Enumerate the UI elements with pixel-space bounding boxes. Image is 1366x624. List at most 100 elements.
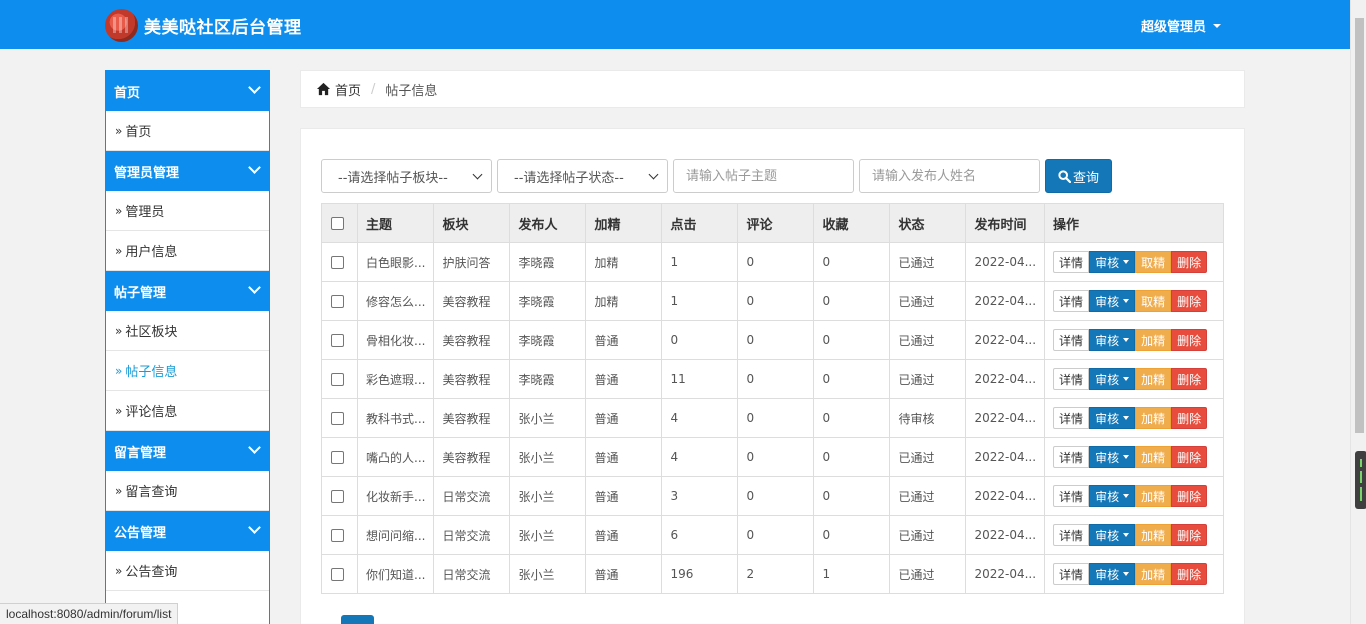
select-all-checkbox[interactable]: [331, 216, 344, 230]
double-chevron-icon: »: [115, 243, 123, 258]
double-chevron-icon: »: [115, 123, 123, 138]
caret-down-icon: [1123, 455, 1130, 459]
feature-toggle-button[interactable]: 取精: [1135, 251, 1172, 273]
pagination-button[interactable]: [341, 615, 374, 624]
feature-toggle-button[interactable]: 取精: [1135, 290, 1172, 312]
delete-button[interactable]: 删除: [1171, 290, 1208, 312]
sidebar-item-sections[interactable]: » 社区板块: [106, 311, 269, 351]
audit-dropdown-button[interactable]: 审核: [1089, 524, 1136, 546]
cell-status: 已通过: [889, 437, 967, 477]
row-checkbox[interactable]: [331, 451, 344, 464]
detail-button[interactable]: 详情: [1053, 368, 1090, 390]
sidebar-group-notices[interactable]: 公告管理: [106, 511, 269, 551]
table-row: 白色眼影... 护肤问答 李晓霞 加精 1 0 0 已通过 2022-04... 详情 审核 取…: [321, 242, 1224, 282]
sidebar-item-posts[interactable]: » 帖子信息: [106, 351, 269, 391]
page-scrollbar[interactable]: [1350, 0, 1366, 624]
row-checkbox[interactable]: [331, 373, 344, 386]
audit-dropdown-button[interactable]: 审核: [1089, 407, 1136, 429]
feature-toggle-button[interactable]: 加精: [1135, 329, 1172, 351]
sidebar-group-posts[interactable]: 帖子管理: [106, 271, 269, 311]
delete-button[interactable]: 删除: [1171, 446, 1208, 468]
cell-topic: 嘴凸的人...: [356, 437, 435, 477]
cell-clicks: 1: [661, 242, 739, 282]
author-search-input[interactable]: [859, 159, 1040, 193]
cell-topic: 修容怎么...: [356, 281, 435, 321]
sidebar-item-comments[interactable]: » 评论信息: [106, 391, 269, 431]
cell-topic: 你们知道...: [356, 554, 435, 594]
audit-dropdown-button[interactable]: 审核: [1089, 446, 1136, 468]
row-checkbox[interactable]: [331, 490, 344, 503]
audit-dropdown-button[interactable]: 审核: [1089, 368, 1136, 390]
chevron-down-icon: [248, 521, 261, 534]
double-chevron-icon: »: [115, 483, 123, 498]
sidebar-item-notice-query[interactable]: » 公告查询: [106, 551, 269, 591]
home-icon: [316, 82, 331, 96]
audit-dropdown-button[interactable]: 审核: [1089, 329, 1136, 351]
delete-button[interactable]: 删除: [1171, 329, 1208, 351]
breadcrumb-home[interactable]: 首页: [335, 80, 361, 99]
double-chevron-icon: »: [115, 363, 123, 378]
detail-button[interactable]: 详情: [1053, 329, 1090, 351]
delete-button[interactable]: 删除: [1171, 251, 1208, 273]
brand[interactable]: 美美哒社区后台管理: [105, 8, 302, 42]
delete-button[interactable]: 删除: [1171, 485, 1208, 507]
sidebar-item-message-query[interactable]: » 留言查询: [106, 471, 269, 511]
sidebar-group-messages[interactable]: 留言管理: [106, 431, 269, 471]
detail-button[interactable]: 详情: [1053, 446, 1090, 468]
feature-toggle-button[interactable]: 加精: [1135, 368, 1172, 390]
delete-button[interactable]: 删除: [1171, 407, 1208, 429]
detail-button[interactable]: 详情: [1053, 485, 1090, 507]
sidebar-group-admin[interactable]: 管理员管理: [106, 151, 269, 191]
delete-button[interactable]: 删除: [1171, 368, 1208, 390]
row-checkbox[interactable]: [331, 295, 344, 308]
cell-clicks: 0: [661, 320, 739, 360]
feature-toggle-button[interactable]: 加精: [1135, 407, 1172, 429]
sidebar-item-label: 公告查询: [125, 565, 178, 580]
delete-button[interactable]: 删除: [1171, 524, 1208, 546]
user-menu[interactable]: 超级管理员: [1141, 16, 1221, 35]
sidebar-item-admins[interactable]: » 管理员: [106, 191, 269, 231]
cell-featured: 加精: [585, 242, 663, 282]
row-checkbox[interactable]: [331, 568, 344, 581]
cell-topic: 彩色遮瑕...: [356, 359, 435, 399]
side-widget[interactable]: [1355, 451, 1366, 509]
audit-dropdown-button[interactable]: 审核: [1089, 563, 1136, 585]
feature-toggle-button[interactable]: 加精: [1135, 485, 1172, 507]
breadcrumb-current: 帖子信息: [385, 83, 438, 99]
topic-search-input[interactable]: [673, 159, 854, 193]
status-select[interactable]: --请选择帖子状态--: [497, 159, 668, 193]
user-name: 超级管理员: [1140, 20, 1206, 35]
cell-status: 已通过: [889, 320, 967, 360]
audit-label: 审核: [1095, 411, 1120, 426]
row-checkbox[interactable]: [331, 529, 344, 542]
cell-actions: 详情 审核 加精 删除: [1044, 515, 1224, 555]
row-checkbox[interactable]: [331, 256, 344, 269]
col-status: 状态: [889, 203, 967, 243]
sidebar-item-users[interactable]: » 用户信息: [106, 231, 269, 271]
query-button[interactable]: 查询: [1045, 159, 1112, 193]
detail-button[interactable]: 详情: [1053, 524, 1090, 546]
feature-toggle-button[interactable]: 加精: [1135, 446, 1172, 468]
scrollbar-thumb[interactable]: [1355, 18, 1364, 433]
delete-button[interactable]: 删除: [1171, 563, 1208, 585]
detail-button[interactable]: 详情: [1053, 290, 1090, 312]
sidebar-group-home[interactable]: 首页: [106, 71, 269, 111]
cell-favorites: 0: [813, 281, 891, 321]
row-checkbox[interactable]: [331, 334, 344, 347]
detail-button[interactable]: 详情: [1053, 563, 1090, 585]
audit-dropdown-button[interactable]: 审核: [1089, 251, 1136, 273]
audit-dropdown-button[interactable]: 审核: [1089, 485, 1136, 507]
detail-button[interactable]: 详情: [1053, 251, 1090, 273]
sidebar-item-home[interactable]: » 首页: [106, 111, 269, 151]
row-checkbox[interactable]: [331, 412, 344, 425]
row-select-cell: [321, 242, 358, 282]
audit-dropdown-button[interactable]: 审核: [1089, 290, 1136, 312]
cell-featured: 普通: [585, 554, 663, 594]
feature-toggle-button[interactable]: 加精: [1135, 524, 1172, 546]
feature-toggle-button[interactable]: 加精: [1135, 563, 1172, 585]
cell-actions: 详情 审核 加精 删除: [1044, 554, 1224, 594]
table-row: 你们知道... 日常交流 张小兰 普通 196 2 1 已通过 2022-04... 详情 审核…: [321, 554, 1224, 594]
detail-button[interactable]: 详情: [1053, 407, 1090, 429]
table-row: 骨相化妆... 美容教程 李晓霞 普通 0 0 0 已通过 2022-04... 详情 审核 加…: [321, 320, 1224, 360]
section-select[interactable]: --请选择帖子板块--: [321, 159, 492, 193]
